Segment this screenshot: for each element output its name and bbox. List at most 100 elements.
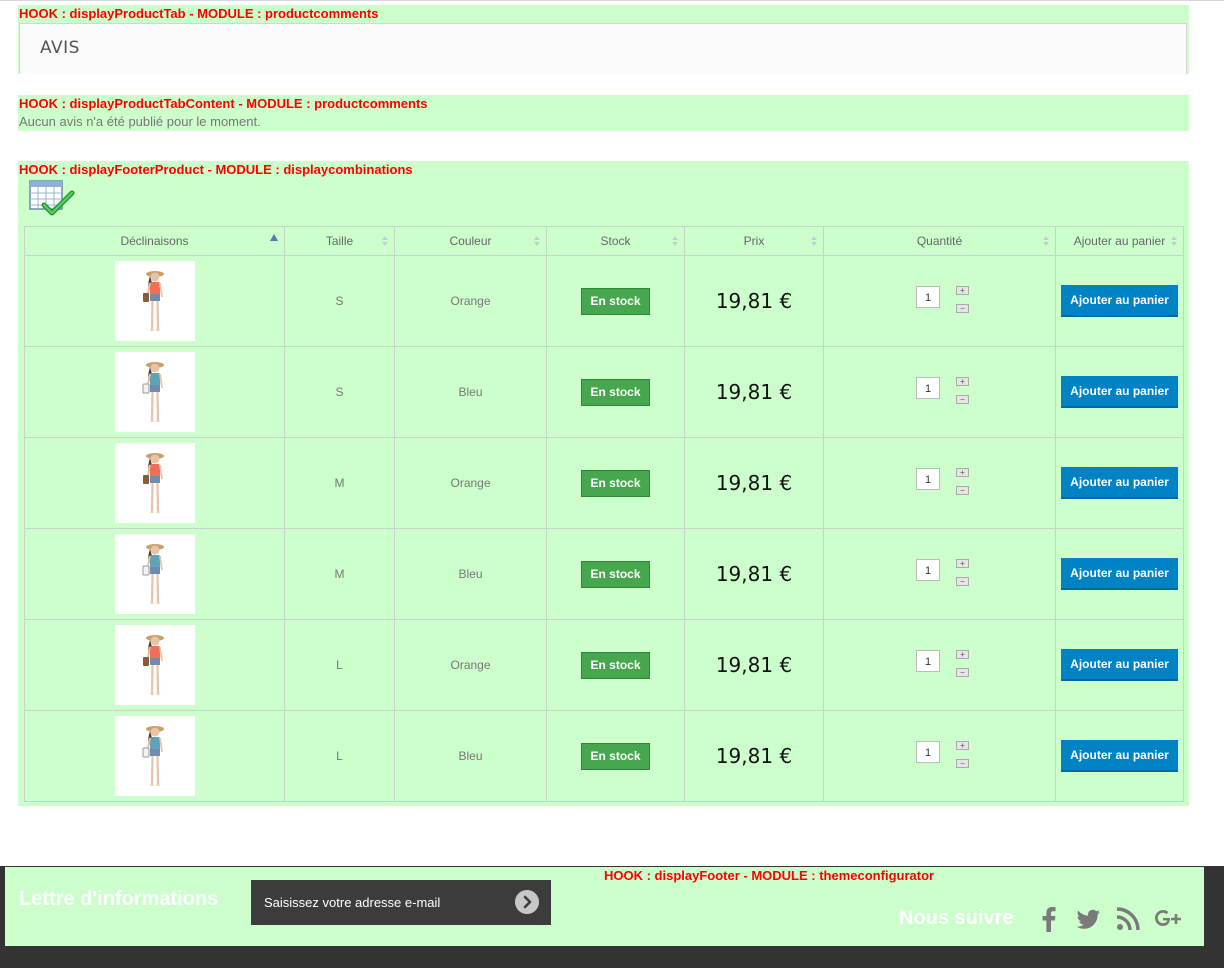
product-thumbnail[interactable]	[114, 352, 195, 432]
price-value: 19,81 €	[715, 471, 793, 495]
cell-add-to-cart: Ajouter au panier	[1055, 255, 1184, 347]
cell-stock: En stock	[546, 528, 685, 620]
hook-footer-product: HOOK : displayFooterProduct - MODULE : d…	[18, 161, 1189, 806]
stock-badge: En stock	[581, 742, 650, 770]
sort-icon	[1171, 236, 1177, 247]
column-header-prix[interactable]: Prix	[684, 226, 824, 256]
cell-size: M	[284, 437, 395, 529]
quantity-minus-button[interactable]: −	[956, 395, 969, 404]
add-to-cart-button[interactable]: Ajouter au panier	[1061, 467, 1178, 499]
cell-stock: En stock	[546, 346, 685, 438]
cell-color: Bleu	[394, 710, 547, 802]
price-value: 19,81 €	[715, 744, 793, 768]
quantity-minus-button[interactable]: −	[956, 759, 969, 768]
quantity-stepper: 1 + −	[916, 468, 996, 498]
cell-stock: En stock	[546, 437, 685, 529]
quantity-input[interactable]: 1	[916, 286, 940, 308]
product-thumbnail[interactable]	[114, 625, 195, 705]
cell-image	[24, 346, 285, 438]
quantity-plus-button[interactable]: +	[956, 650, 969, 659]
sort-icon	[672, 236, 678, 247]
column-header-label: Stock	[600, 234, 631, 248]
product-thumbnail[interactable]	[114, 261, 195, 341]
sort-asc-icon	[270, 234, 278, 241]
cell-add-to-cart: Ajouter au panier	[1055, 528, 1184, 620]
add-to-cart-button[interactable]: Ajouter au panier	[1061, 649, 1178, 681]
product-thumbnail[interactable]	[114, 716, 195, 796]
price-value: 19,81 €	[715, 653, 793, 677]
cell-color: Orange	[394, 437, 547, 529]
column-header-label: Ajouter au panier	[1073, 234, 1166, 248]
stock-badge: En stock	[581, 469, 650, 497]
column-header-label: Quantité	[916, 234, 963, 248]
cell-image	[24, 437, 285, 529]
size-value: S	[335, 294, 344, 308]
product-thumbnail[interactable]	[114, 534, 195, 614]
stock-badge: En stock	[581, 378, 650, 406]
color-value: Bleu	[458, 385, 483, 399]
cell-size: S	[284, 255, 395, 347]
column-header-label: Déclinaisons	[120, 234, 189, 248]
hook-label: HOOK : displayFooterProduct - MODULE : d…	[19, 162, 413, 177]
no-review-message: Aucun avis n'a été publié pour le moment…	[19, 114, 261, 129]
product-thumbnail[interactable]	[114, 443, 195, 523]
color-value: Orange	[450, 658, 491, 672]
facebook-icon[interactable]	[1035, 905, 1063, 933]
color-value: Bleu	[458, 567, 483, 581]
quantity-minus-button[interactable]: −	[956, 486, 969, 495]
submit-arrow-icon[interactable]	[515, 890, 539, 914]
hook-label: HOOK : displayFooter - MODULE : themecon…	[604, 868, 935, 883]
add-to-cart-button[interactable]: Ajouter au panier	[1061, 740, 1178, 772]
cell-stock: En stock	[546, 255, 685, 347]
cell-price: 19,81 €	[684, 255, 824, 347]
product-model-image	[142, 726, 164, 786]
reviews-tab[interactable]: AVIS	[19, 23, 1187, 74]
cell-price: 19,81 €	[684, 346, 824, 438]
combinations-table: Déclinaisons Taille Couleur Stock Prix Q…	[24, 226, 1184, 802]
cell-size: L	[284, 710, 395, 802]
twitter-icon[interactable]	[1074, 905, 1102, 933]
quantity-input[interactable]: 1	[916, 741, 940, 763]
sort-icon	[534, 236, 540, 247]
add-to-cart-button[interactable]: Ajouter au panier	[1061, 285, 1178, 317]
size-value: S	[335, 385, 344, 399]
quantity-input[interactable]: 1	[916, 650, 940, 672]
column-header-quantite[interactable]: Quantité	[823, 226, 1056, 256]
column-header-ajouter[interactable]: Ajouter au panier	[1055, 226, 1184, 256]
quantity-input[interactable]: 1	[916, 377, 940, 399]
color-value: Bleu	[458, 749, 483, 763]
quantity-stepper: 1 + −	[916, 650, 996, 680]
cell-quantity: 1 + −	[823, 528, 1056, 620]
quantity-plus-button[interactable]: +	[956, 377, 969, 386]
quantity-minus-button[interactable]: −	[956, 577, 969, 586]
column-header-taille[interactable]: Taille	[284, 226, 395, 256]
stock-badge: En stock	[581, 560, 650, 588]
quantity-input[interactable]: 1	[916, 559, 940, 581]
quantity-input[interactable]: 1	[916, 468, 940, 490]
table-row: S Bleu En stock 19,81 € 1 + − Ajouter au…	[24, 346, 1184, 438]
color-value: Orange	[450, 294, 491, 308]
column-header-stock[interactable]: Stock	[546, 226, 685, 256]
cell-size: L	[284, 619, 395, 711]
column-header-label: Taille	[325, 234, 354, 248]
cell-add-to-cart: Ajouter au panier	[1055, 619, 1184, 711]
column-header-declinaisons[interactable]: Déclinaisons	[24, 226, 285, 256]
quantity-plus-button[interactable]: +	[956, 468, 969, 477]
add-to-cart-button[interactable]: Ajouter au panier	[1061, 376, 1178, 408]
column-header-couleur[interactable]: Couleur	[394, 226, 547, 256]
table-row: L Bleu En stock 19,81 € 1 + − Ajouter au…	[24, 710, 1184, 802]
quantity-stepper: 1 + −	[916, 286, 996, 316]
quantity-plus-button[interactable]: +	[956, 559, 969, 568]
quantity-plus-button[interactable]: +	[956, 286, 969, 295]
quantity-plus-button[interactable]: +	[956, 741, 969, 750]
cell-quantity: 1 + −	[823, 619, 1056, 711]
newsletter-email-input[interactable]: Saisissez votre adresse e-mail	[251, 880, 551, 925]
add-to-cart-button[interactable]: Ajouter au panier	[1061, 558, 1178, 590]
rss-icon[interactable]	[1114, 905, 1142, 933]
quantity-minus-button[interactable]: −	[956, 668, 969, 677]
quantity-minus-button[interactable]: −	[956, 304, 969, 313]
google-plus-icon[interactable]	[1153, 905, 1181, 933]
cell-color: Bleu	[394, 528, 547, 620]
cell-quantity: 1 + −	[823, 255, 1056, 347]
size-value: L	[336, 749, 343, 763]
